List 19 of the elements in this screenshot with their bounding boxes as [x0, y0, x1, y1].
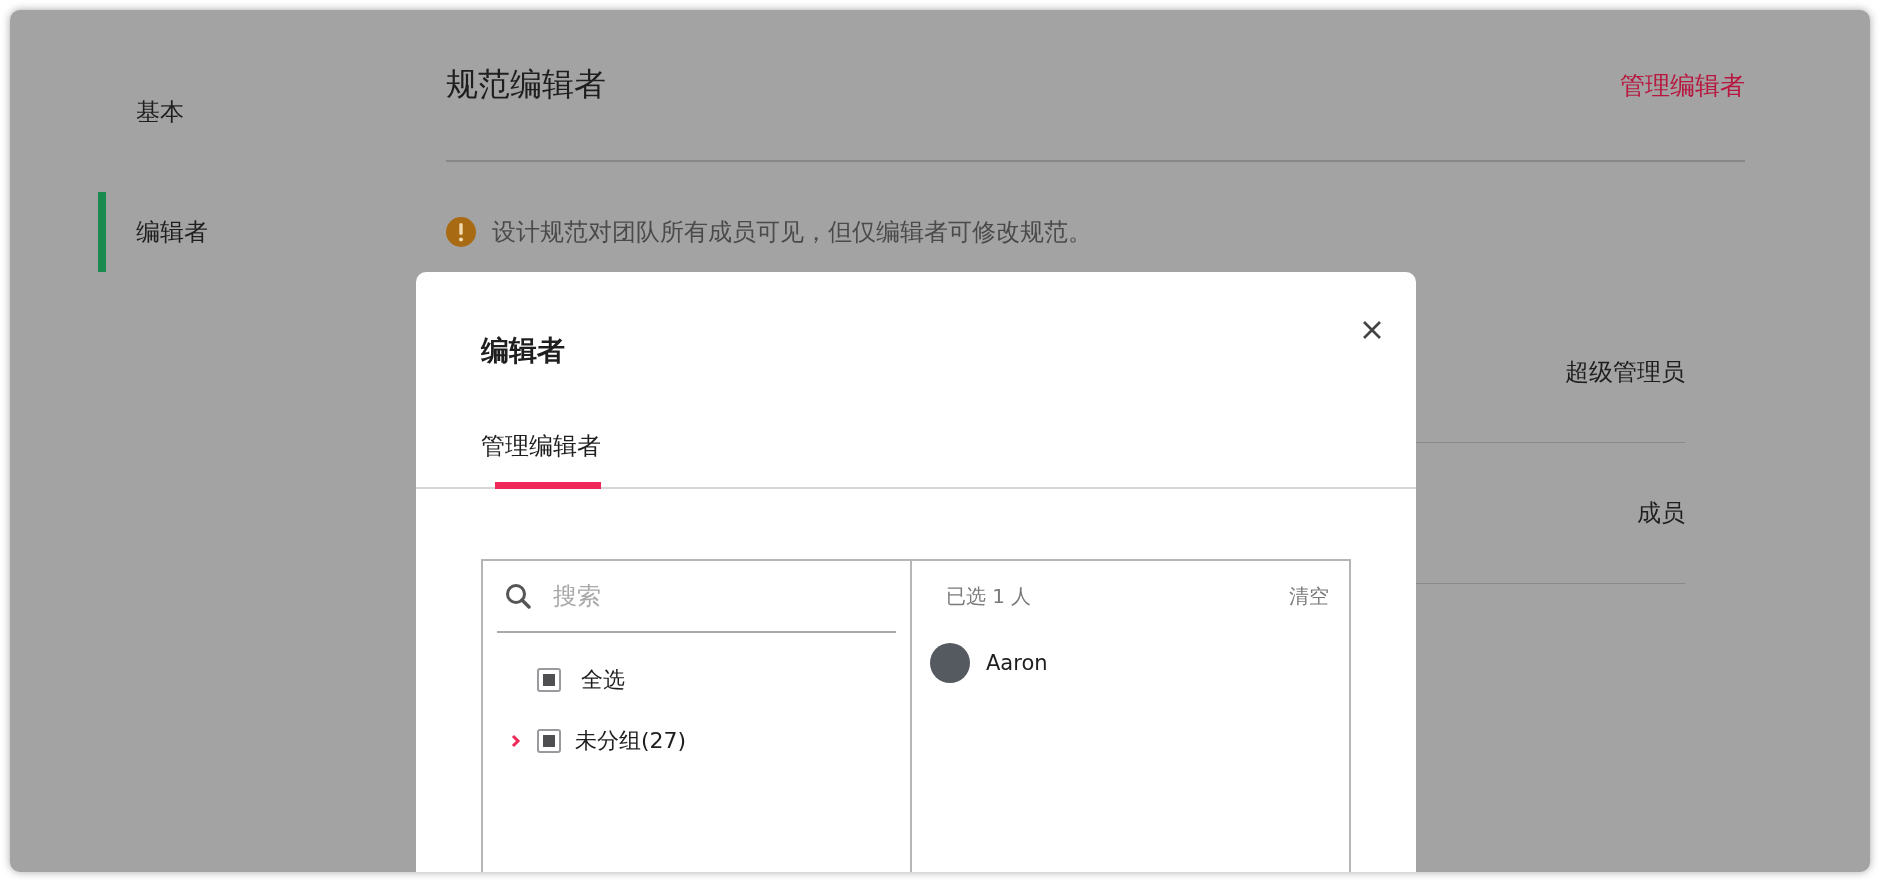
close-icon[interactable] — [1362, 320, 1382, 340]
notice-text: 设计规范对团队所有成员可见，但仅编辑者可修改规范。 — [492, 217, 1092, 248]
select-all-label: 全选 — [581, 666, 625, 694]
tab[interactable]: 管理编辑者 — [481, 402, 601, 489]
role-label: 成员 — [1637, 498, 1685, 529]
checkbox[interactable] — [537, 729, 561, 753]
clear-link[interactable]: 清空 — [1289, 582, 1329, 610]
checkbox[interactable] — [537, 668, 561, 692]
dialog-title: 编辑者 — [481, 333, 565, 369]
avatar — [930, 643, 970, 683]
search-icon — [505, 583, 531, 609]
person-name: Aaron — [986, 651, 1048, 675]
selected-count: 已选 1 人 — [945, 582, 1032, 610]
sidebar-item[interactable]: 基本 — [98, 72, 446, 152]
group-label: 未分组(27) — [575, 727, 687, 755]
role-label: 超级管理员 — [1565, 357, 1685, 388]
warning-icon — [446, 217, 476, 247]
page-title: 规范编辑者 — [446, 64, 606, 105]
chevron-icon[interactable] — [511, 734, 521, 748]
